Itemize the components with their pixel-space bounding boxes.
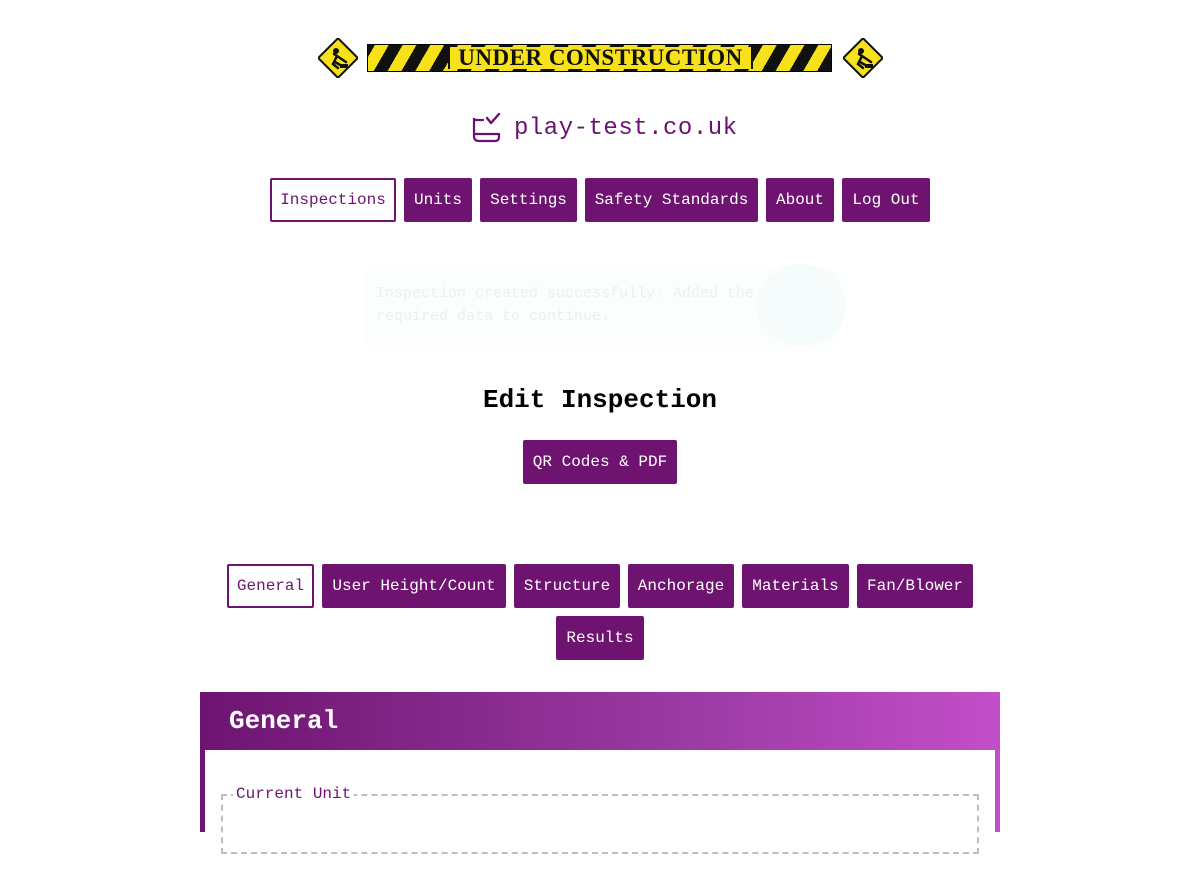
tab-fan-blower[interactable]: Fan/Blower bbox=[857, 564, 973, 608]
site-logo-link[interactable]: play-test.co.uk bbox=[470, 110, 738, 146]
tab-user-height-count[interactable]: User Height/Count bbox=[322, 564, 506, 608]
tab-materials[interactable]: Materials bbox=[742, 564, 849, 608]
under-construction-text: UNDER CONSTRUCTION bbox=[448, 45, 753, 70]
nav-log-out[interactable]: Log Out bbox=[842, 178, 930, 222]
under-construction-banner: UNDER CONSTRUCTION bbox=[0, 38, 1200, 80]
qr-codes-pdf-button[interactable]: QR Codes & PDF bbox=[523, 440, 677, 484]
site-name: play-test.co.uk bbox=[514, 114, 738, 142]
flash-notice: Inspection created successfully. Added t… bbox=[364, 264, 846, 346]
current-unit-fieldset: Current Unit bbox=[221, 785, 979, 854]
section-title: General bbox=[229, 706, 339, 736]
flash-message: Inspection created successfully. Added t… bbox=[376, 285, 755, 325]
nav-units[interactable]: Units bbox=[404, 178, 472, 222]
tab-structure[interactable]: Structure bbox=[514, 564, 620, 608]
tab-results[interactable]: Results bbox=[556, 616, 644, 660]
current-unit-legend: Current Unit bbox=[233, 785, 355, 803]
checklist-icon bbox=[472, 112, 501, 143]
under-construction-tape: UNDER CONSTRUCTION bbox=[367, 44, 832, 72]
nav-safety-standards[interactable]: Safety Standards bbox=[585, 178, 758, 222]
flash-dismiss-button[interactable] bbox=[756, 264, 846, 346]
section-body: Current Unit bbox=[205, 750, 995, 870]
general-section: General Current Unit bbox=[200, 692, 1000, 870]
page-title: Edit Inspection bbox=[482, 385, 718, 415]
tab-anchorage[interactable]: Anchorage bbox=[628, 564, 734, 608]
construction-worker-icon bbox=[318, 38, 358, 78]
construction-worker-icon bbox=[843, 38, 883, 78]
tab-general[interactable]: General bbox=[227, 564, 314, 608]
nav-about[interactable]: About bbox=[766, 178, 834, 222]
nav-settings[interactable]: Settings bbox=[480, 178, 577, 222]
nav-inspections[interactable]: Inspections bbox=[270, 178, 396, 222]
